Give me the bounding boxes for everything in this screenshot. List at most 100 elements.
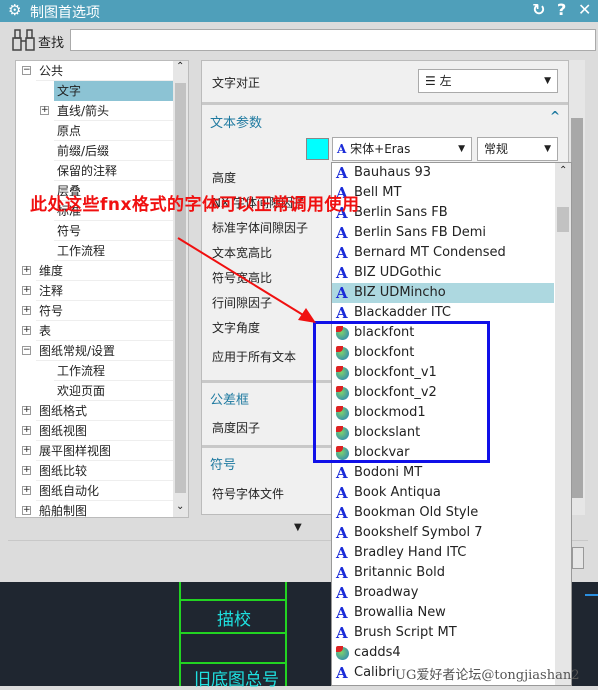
tree-item[interactable]: 保留的注释 xyxy=(54,161,173,181)
annotation-text: 此处这些fnx格式的字体可以正常调用使用 xyxy=(30,195,360,215)
tree-item-label: 公共 xyxy=(39,64,64,78)
expand-icon[interactable]: + xyxy=(22,326,31,335)
font-dropdown[interactable]: A 宋体+Eras ▼ xyxy=(332,137,472,161)
font-name: Berlin Sans FB Demi xyxy=(354,225,487,240)
tree-item[interactable]: 工作流程 xyxy=(54,361,173,381)
param-label: 标准字体间隙因子 xyxy=(212,221,309,235)
font-option[interactable]: A Bell MT xyxy=(332,183,554,203)
font-name: Bell MT xyxy=(354,185,402,200)
expand-icon[interactable]: + xyxy=(22,406,31,415)
font-option[interactable]: A Berlin Sans FB xyxy=(332,203,554,223)
param-label: 应用于所有文本 xyxy=(212,350,297,364)
tree-item[interactable]: − 公共 xyxy=(22,61,173,81)
tree-scrollbar[interactable]: ⌃ ⌄ xyxy=(173,61,188,517)
collapse-icon[interactable]: − xyxy=(22,66,31,75)
tree-item[interactable]: + 符号 xyxy=(22,301,173,321)
font-name: Bodoni MT xyxy=(354,465,423,480)
font-option[interactable]: A Blackadder ITC xyxy=(332,303,554,323)
font-option[interactable]: A Britannic Bold xyxy=(332,563,554,583)
font-name: Blackadder ITC xyxy=(354,305,451,320)
style-dropdown[interactable]: 常规 ▼ xyxy=(477,137,558,161)
font-option[interactable]: A BIZ UDMincho xyxy=(332,283,554,303)
tree-item-label: 文字 xyxy=(54,81,173,101)
font-option[interactable]: A Broadway xyxy=(332,583,554,603)
tree-item[interactable]: 符号 xyxy=(54,221,173,241)
tree-item[interactable]: 前缀/后缀 xyxy=(54,141,173,161)
tree-item[interactable]: + 注释 xyxy=(22,281,173,301)
truetype-font-icon: A xyxy=(336,604,348,622)
param-label: 符号宽高比 xyxy=(212,271,273,285)
font-name: Britannic Bold xyxy=(354,565,446,580)
expand-icon[interactable]: + xyxy=(22,486,31,495)
font-option[interactable]: A Berlin Sans FB Demi xyxy=(332,223,554,243)
font-option[interactable]: A BIZ UDGothic xyxy=(332,263,554,283)
tree-item[interactable]: + 图纸比较 xyxy=(22,461,173,481)
param-label: 文本宽高比 xyxy=(212,246,273,260)
font-list-scrollbar[interactable]: ⌃ xyxy=(555,163,571,685)
cad-cell-label: 旧底图总号 xyxy=(194,670,279,690)
tree-item[interactable]: + 维度 xyxy=(22,261,173,281)
truetype-font-icon: A xyxy=(336,664,348,682)
truetype-font-icon: A xyxy=(336,224,348,242)
expand-icon[interactable]: + xyxy=(22,266,31,275)
tree-item[interactable]: + 展平图样视图 xyxy=(22,441,173,461)
truetype-font-icon: A xyxy=(336,584,348,602)
preferences-tree: − 公共 文字 + 直线/箭头 原点 前缀/后缀 保留的注释 层叠 标准 符号 工作流程 + 维度 + 注释 +… xyxy=(15,60,189,518)
dialog-button[interactable] xyxy=(572,547,584,569)
param-label: 行间隙因子 xyxy=(212,296,273,310)
font-name: Berlin Sans FB xyxy=(354,205,448,220)
expand-icon[interactable]: + xyxy=(22,506,31,515)
font-name: Brush Script MT xyxy=(354,625,457,640)
font-name: Bauhaus 93 xyxy=(354,165,432,180)
tree-item[interactable]: − 图纸常规/设置 xyxy=(22,341,173,361)
tree-item[interactable]: + 图纸自动化 xyxy=(22,481,173,501)
cad-cell-label: 描校 xyxy=(217,610,251,630)
tree-item-label: 符号 xyxy=(39,304,64,318)
collapse-icon[interactable]: − xyxy=(22,346,31,355)
font-option[interactable]: A Brush Script MT xyxy=(332,623,554,643)
font-name: Bernard MT Condensed xyxy=(354,245,506,260)
tree-item[interactable]: + 船舶制图 xyxy=(22,501,173,518)
tree-item-label: 船舶制图 xyxy=(39,504,88,518)
collapse-caret-icon[interactable]: ^ xyxy=(550,109,560,123)
tree-item[interactable]: 欢迎页面 xyxy=(54,381,173,401)
font-option[interactable]: A Bauhaus 93 xyxy=(332,163,554,183)
font-name: BIZ UDMincho xyxy=(354,285,446,300)
font-option[interactable]: A Browallia New xyxy=(332,603,554,623)
close-button[interactable]: ✕ xyxy=(578,0,591,19)
font-option[interactable]: A Bernard MT Condensed xyxy=(332,243,554,263)
expand-icon[interactable]: + xyxy=(22,426,31,435)
font-option[interactable]: A Bradley Hand ITC xyxy=(332,543,554,563)
tree-item-label: 展平图样视图 xyxy=(39,444,112,458)
nx-font-icon xyxy=(336,646,349,660)
tree-item[interactable]: + 图纸视图 xyxy=(22,421,173,441)
text-color-swatch[interactable] xyxy=(306,138,329,160)
symbol-header[interactable]: 符号 xyxy=(210,454,236,473)
tolerance-header[interactable]: 公差框 xyxy=(210,389,249,408)
tree-item[interactable]: 工作流程 xyxy=(54,241,173,261)
font-option[interactable]: A Bodoni MT xyxy=(332,463,554,483)
search-input[interactable] xyxy=(70,29,596,51)
tree-item[interactable]: 文字 xyxy=(54,81,173,101)
tree-item[interactable]: + 图纸格式 xyxy=(22,401,173,421)
truetype-font-icon: A xyxy=(336,464,348,482)
expand-more-icon[interactable]: ▼ xyxy=(294,522,302,533)
tree-item[interactable]: + 表 xyxy=(22,321,173,341)
reset-button[interactable]: ↻ xyxy=(532,0,545,19)
expand-icon[interactable]: + xyxy=(22,306,31,315)
tree-item[interactable]: + 直线/箭头 xyxy=(40,101,173,121)
text-params-header[interactable]: 文本参数 xyxy=(210,112,262,131)
font-option[interactable]: A Bookshelf Symbol 7 xyxy=(332,523,554,543)
font-option[interactable]: A Book Antiqua xyxy=(332,483,554,503)
justify-dropdown[interactable]: ☰ 左 ▼ xyxy=(418,69,558,93)
font-option[interactable]: cadds4 xyxy=(332,643,554,663)
justify-label: 文字对正 xyxy=(212,76,261,90)
expand-icon[interactable]: + xyxy=(40,106,49,115)
expand-icon[interactable]: + xyxy=(22,466,31,475)
truetype-font-icon: A xyxy=(336,504,348,522)
help-button[interactable]: ? xyxy=(557,0,566,19)
font-option[interactable]: A Bookman Old Style xyxy=(332,503,554,523)
expand-icon[interactable]: + xyxy=(22,286,31,295)
expand-icon[interactable]: + xyxy=(22,446,31,455)
tree-item[interactable]: 原点 xyxy=(54,121,173,141)
